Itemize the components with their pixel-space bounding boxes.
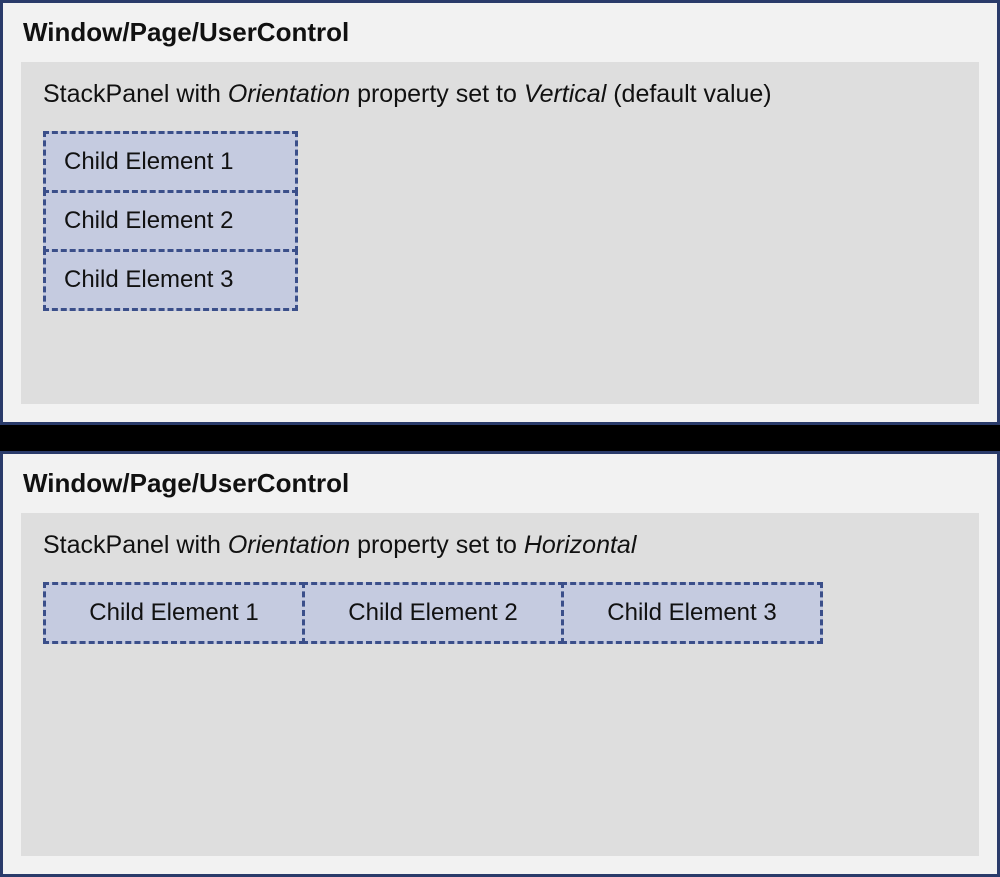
child-element: Child Element 3 <box>43 249 298 311</box>
children-container-vertical: Child Element 1 Child Element 2 Child El… <box>43 131 957 311</box>
children-container-horizontal: Child Element 1 Child Element 2 Child El… <box>43 582 957 644</box>
window-vertical-example: Window/Page/UserControl StackPanel with … <box>0 0 1000 425</box>
stackpanel-description: StackPanel with Orientation property set… <box>43 80 957 109</box>
window-title: Window/Page/UserControl <box>21 468 979 499</box>
desc-value: Horizontal <box>524 531 637 559</box>
desc-property: Orientation <box>228 80 350 108</box>
stackpanel-vertical: StackPanel with Orientation property set… <box>21 62 979 404</box>
desc-mid: property set to <box>350 531 524 559</box>
stackpanel-horizontal: StackPanel with Orientation property set… <box>21 513 979 856</box>
desc-mid: property set to <box>350 80 524 108</box>
child-element: Child Element 2 <box>302 582 564 644</box>
child-element: Child Element 1 <box>43 131 298 193</box>
desc-prefix: StackPanel with <box>43 80 228 108</box>
desc-value: Vertical <box>524 80 606 108</box>
child-element: Child Element 1 <box>43 582 305 644</box>
window-horizontal-example: Window/Page/UserControl StackPanel with … <box>0 451 1000 877</box>
desc-prefix: StackPanel with <box>43 531 228 559</box>
desc-suffix: (default value) <box>606 80 771 108</box>
child-element: Child Element 3 <box>561 582 823 644</box>
desc-property: Orientation <box>228 531 350 559</box>
stackpanel-description: StackPanel with Orientation property set… <box>43 531 957 560</box>
child-element: Child Element 2 <box>43 190 298 252</box>
window-title: Window/Page/UserControl <box>21 17 979 48</box>
